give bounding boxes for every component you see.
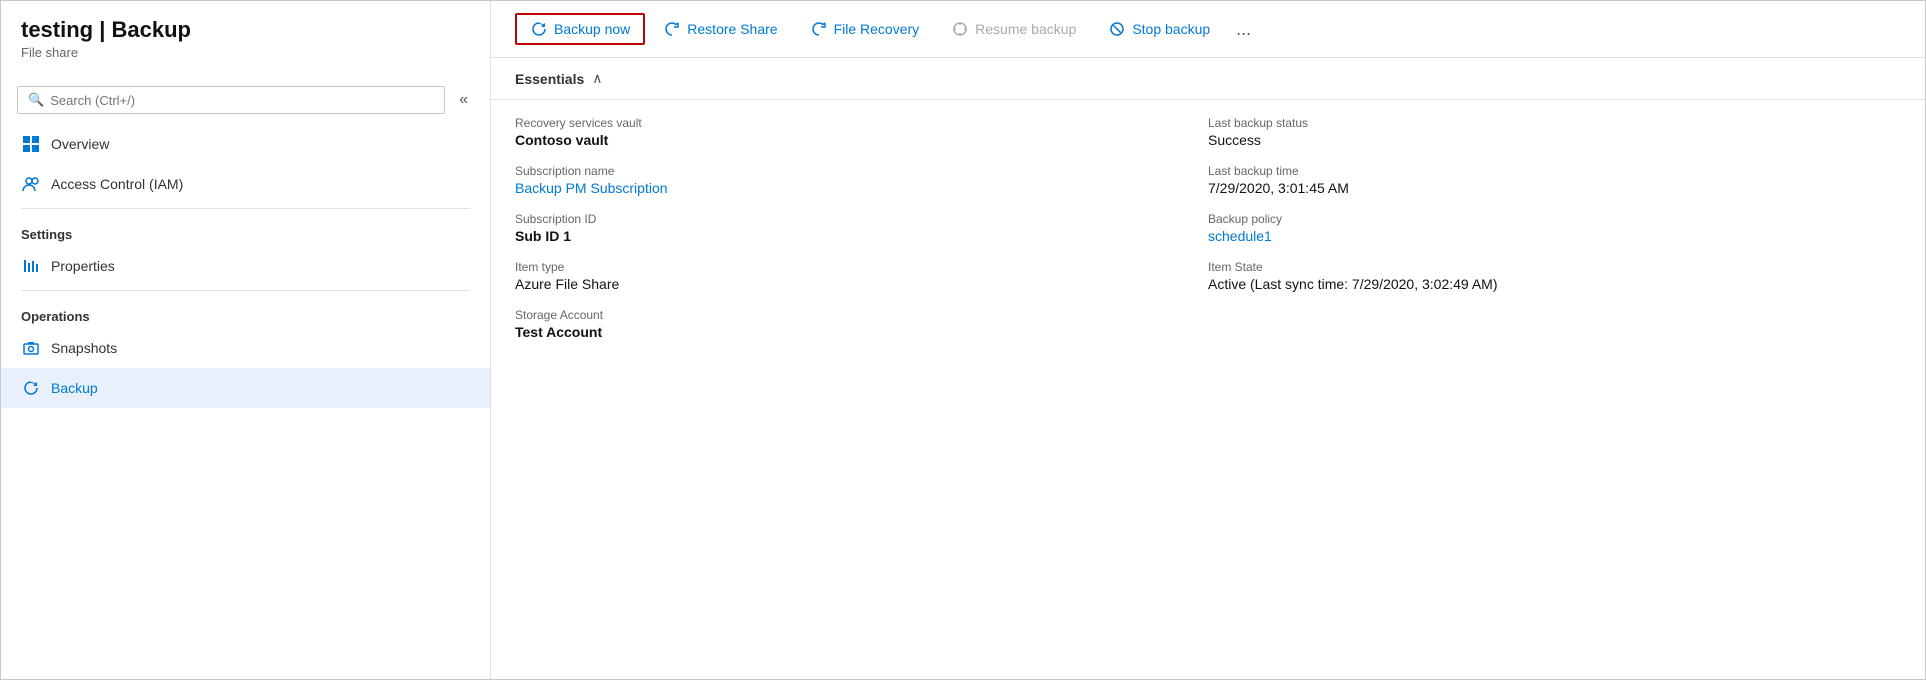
info-label-subscription-id: Subscription ID <box>515 212 1208 226</box>
info-value-last-backup-time: 7/29/2020, 3:01:45 AM <box>1208 180 1901 196</box>
sidebar-nav: Overview Access Control (IAM) Settings <box>1 124 490 679</box>
info-label-storage-account: Storage Account <box>515 308 1208 322</box>
resume-backup-button[interactable]: Resume backup <box>937 14 1090 44</box>
settings-section-header: Settings <box>1 213 490 246</box>
sidebar-item-properties[interactable]: Properties <box>1 246 490 286</box>
nav-divider-settings <box>21 208 470 209</box>
info-row-backup-policy: Backup policy schedule1 <box>1208 212 1901 244</box>
info-row-item-state: Item State Active (Last sync time: 7/29/… <box>1208 260 1901 292</box>
info-left-column: Recovery services vault Contoso vault Su… <box>515 116 1208 356</box>
info-value-subscription-name[interactable]: Backup PM Subscription <box>515 180 668 196</box>
info-value-item-type: Azure File Share <box>515 276 1208 292</box>
info-row-item-type: Item type Azure File Share <box>515 260 1208 292</box>
info-value-subscription-id: Sub ID 1 <box>515 228 1208 244</box>
search-icon: 🔍 <box>28 92 44 108</box>
essentials-header: Essentials ∧ <box>491 58 1925 100</box>
restore-share-icon <box>663 20 681 38</box>
info-row-subscription-name: Subscription name Backup PM Subscription <box>515 164 1208 196</box>
sidebar-item-iam-label: Access Control (IAM) <box>51 176 183 192</box>
nav-divider-operations <box>21 290 470 291</box>
properties-icon <box>21 256 41 276</box>
sidebar-item-overview[interactable]: Overview <box>1 124 490 164</box>
page-subtitle: File share <box>21 45 470 60</box>
overview-icon <box>21 134 41 154</box>
operations-section-header: Operations <box>1 295 490 328</box>
info-label-vault: Recovery services vault <box>515 116 1208 130</box>
info-value-storage-account: Test Account <box>515 324 1208 340</box>
sidebar-item-backup[interactable]: Backup <box>1 368 490 408</box>
file-recovery-label: File Recovery <box>834 21 920 37</box>
info-label-item-type: Item type <box>515 260 1208 274</box>
info-value-item-state: Active (Last sync time: 7/29/2020, 3:02:… <box>1208 276 1901 292</box>
sidebar-search-box[interactable]: 🔍 <box>17 86 445 114</box>
resume-backup-icon <box>951 20 969 38</box>
backup-now-button[interactable]: Backup now <box>515 13 645 45</box>
more-options-button[interactable]: ... <box>1228 15 1259 44</box>
sidebar-item-iam[interactable]: Access Control (IAM) <box>1 164 490 204</box>
info-label-item-state: Item State <box>1208 260 1901 274</box>
essentials-chevron-icon[interactable]: ∧ <box>592 70 602 87</box>
sidebar-item-snapshots-label: Snapshots <box>51 340 117 356</box>
info-row-storage-account: Storage Account Test Account <box>515 308 1208 340</box>
sidebar-search-row: 🔍 « <box>1 76 490 124</box>
snapshots-icon <box>21 338 41 358</box>
info-row-vault: Recovery services vault Contoso vault <box>515 116 1208 148</box>
sidebar-item-properties-label: Properties <box>51 258 115 274</box>
sidebar-item-overview-label: Overview <box>51 136 109 152</box>
sidebar-item-backup-label: Backup <box>51 380 98 396</box>
backup-icon <box>21 378 41 398</box>
search-input[interactable] <box>50 93 434 108</box>
info-row-last-backup-time: Last backup time 7/29/2020, 3:01:45 AM <box>1208 164 1901 196</box>
info-value-last-backup-status: Success <box>1208 132 1901 148</box>
resume-backup-label: Resume backup <box>975 21 1076 37</box>
backup-now-icon <box>530 20 548 38</box>
collapse-sidebar-button[interactable]: « <box>453 87 474 113</box>
info-label-backup-policy: Backup policy <box>1208 212 1901 226</box>
iam-icon <box>21 174 41 194</box>
info-label-subscription-name: Subscription name <box>515 164 1208 178</box>
info-right-column: Last backup status Success Last backup t… <box>1208 116 1901 356</box>
stop-backup-button[interactable]: Stop backup <box>1094 14 1224 44</box>
file-recovery-button[interactable]: File Recovery <box>796 14 934 44</box>
page-title: testing | Backup <box>21 17 470 43</box>
info-grid: Recovery services vault Contoso vault Su… <box>491 100 1925 380</box>
info-label-last-backup-status: Last backup status <box>1208 116 1901 130</box>
restore-share-button[interactable]: Restore Share <box>649 14 791 44</box>
info-row-subscription-id: Subscription ID Sub ID 1 <box>515 212 1208 244</box>
essentials-title: Essentials <box>515 71 584 87</box>
info-value-vault: Contoso vault <box>515 132 1208 148</box>
file-recovery-icon <box>810 20 828 38</box>
toolbar: Backup now Restore Share File Recovery <box>491 1 1925 58</box>
stop-backup-icon <box>1108 20 1126 38</box>
info-value-backup-policy[interactable]: schedule1 <box>1208 228 1272 244</box>
restore-share-label: Restore Share <box>687 21 777 37</box>
info-label-last-backup-time: Last backup time <box>1208 164 1901 178</box>
sidebar: testing | Backup File share 🔍 « <box>1 1 491 679</box>
stop-backup-label: Stop backup <box>1132 21 1210 37</box>
backup-now-label: Backup now <box>554 21 630 37</box>
app-container: testing | Backup File share 🔍 « <box>0 0 1926 680</box>
sidebar-header: testing | Backup File share <box>1 17 490 76</box>
info-row-last-backup-status: Last backup status Success <box>1208 116 1901 148</box>
sidebar-item-snapshots[interactable]: Snapshots <box>1 328 490 368</box>
main-content: Backup now Restore Share File Recovery <box>491 1 1925 679</box>
